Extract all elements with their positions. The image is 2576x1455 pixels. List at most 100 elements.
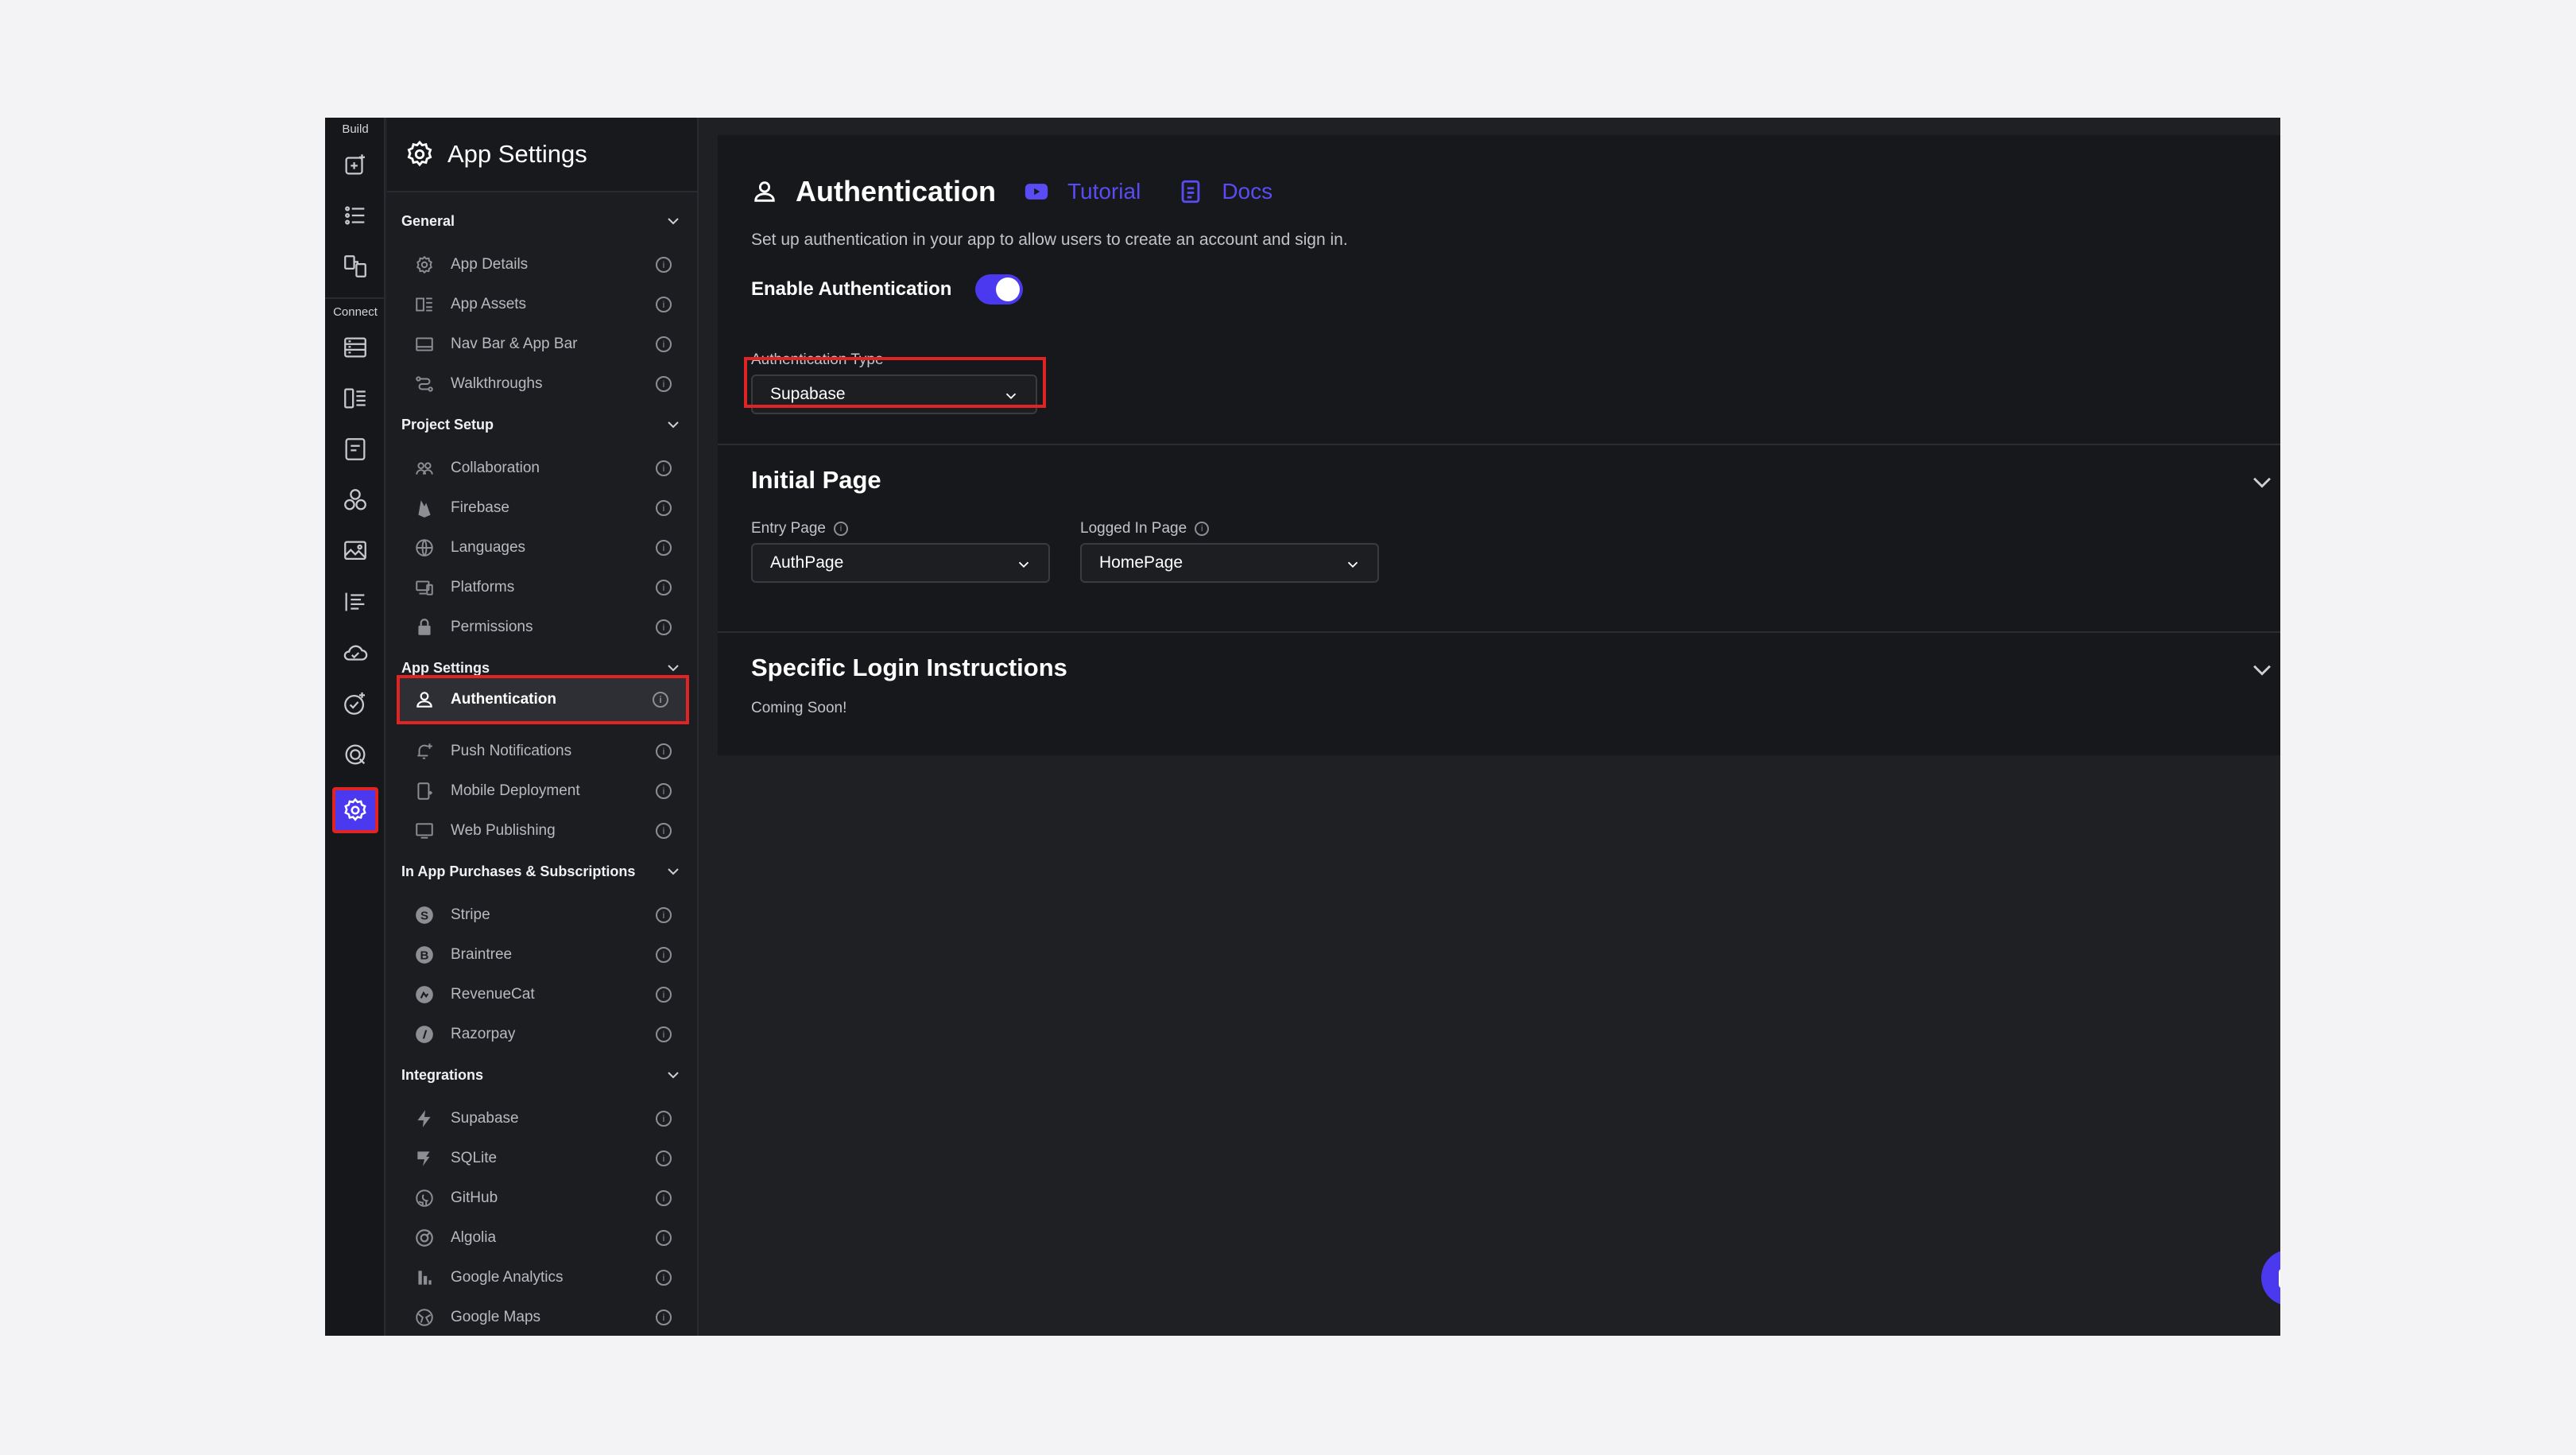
sidebar-item-razorpay[interactable]: Razorpay i [397,1015,689,1054]
monitor-icon [414,821,435,841]
info-icon[interactable]: i [656,580,672,596]
chevron-down-icon [668,1072,679,1079]
chat-button[interactable] [2261,1250,2280,1306]
logged-in-page-dropdown[interactable]: HomePage [1080,543,1379,583]
sidebar-item-github[interactable]: GitHub i [397,1178,689,1218]
info-icon[interactable]: i [656,823,672,839]
theme-icon[interactable] [332,731,378,778]
info-icon[interactable]: i [656,376,672,392]
sidebar-item-web-publishing[interactable]: Web Publishing i [397,811,689,851]
sidebar-item-walkthroughs[interactable]: Walkthroughs i [397,364,689,404]
notification-icon [414,741,435,762]
section-project-setup[interactable]: Project Setup [387,405,699,444]
main-panel: Authentication Tutorial Docs Set up auth… [718,135,2280,755]
collection-icon[interactable] [332,375,378,421]
sidebar-item-collaboration[interactable]: Collaboration i [397,448,689,488]
api-icon[interactable] [332,426,378,472]
sidebar-item-label: Stripe [451,906,490,923]
info-icon[interactable]: i [656,257,672,273]
info-icon[interactable]: i [656,1111,672,1127]
page-flow-icon[interactable] [332,243,378,289]
info-icon[interactable]: i [656,947,672,963]
sidebar-item-google-analytics[interactable]: Google Analytics i [397,1258,689,1298]
info-icon[interactable]: i [656,460,672,476]
tutorial-label: Tutorial [1067,179,1141,204]
info-icon[interactable]: i [656,1026,672,1042]
section-label: App Settings [401,659,490,676]
info-icon[interactable]: i [656,336,672,352]
sidebar-item-stripe[interactable]: S Stripe i [397,895,689,935]
sidebar-item-authentication[interactable]: Authentication i [397,675,689,724]
sidebar-item-label: Push Notifications [451,743,572,759]
auth-type-highlight [744,357,1046,408]
info-icon[interactable]: i [656,1150,672,1166]
logged-in-page-label: Logged In Page i [1080,520,1210,537]
sidebar-item-languages[interactable]: Languages i [397,528,689,568]
sidebar-item-sqlite[interactable]: SQLite i [397,1139,689,1178]
sidebar-item-firebase[interactable]: Firebase i [397,488,689,528]
info-icon[interactable]: i [1195,521,1210,536]
flutterflow-app: Build Connect App Settings General App D… [325,118,2280,1336]
github-icon [414,1188,435,1209]
sidebar-item-platforms[interactable]: Platforms i [397,568,689,607]
document-icon [1181,180,1200,204]
add-widget-icon[interactable] [332,142,378,188]
sidebar-item-label: RevenueCat [451,986,535,1003]
docs-label: Docs [1222,179,1273,204]
info-icon[interactable]: i [656,1190,672,1206]
auth-description: Set up authentication in your app to all… [751,231,1348,249]
enable-auth-toggle[interactable] [975,274,1024,305]
sidebar-item-app-details[interactable]: App Details i [397,245,689,285]
test-icon[interactable] [332,681,378,727]
sidebar-item-label: SQLite [451,1150,498,1166]
list-icon[interactable] [332,192,378,239]
sidebar-item-mobile-deployment[interactable]: Mobile Deployment i [397,771,689,811]
gear-icon[interactable] [332,787,378,833]
sidebar-item-nav-bar[interactable]: Nav Bar & App Bar i [397,324,689,364]
info-icon[interactable]: i [656,907,672,923]
sidebar-item-app-assets[interactable]: App Assets i [397,285,689,324]
info-icon[interactable]: i [656,500,672,516]
entry-page-dropdown[interactable]: AuthPage [751,543,1050,583]
algolia-icon [414,1228,435,1248]
icon-rail: Build Connect [325,118,385,1336]
database-icon[interactable] [332,324,378,371]
docs-link[interactable]: Docs [1177,178,1273,205]
sidebar-item-label: Braintree [451,946,513,963]
info-icon[interactable]: i [656,987,672,1003]
sidebar-item-revenuecat[interactable]: RevenueCat i [397,975,689,1015]
section-label: Integrations [401,1066,484,1083]
info-icon[interactable]: i [656,783,672,799]
info-icon[interactable]: i [656,1270,672,1286]
tutorial-link[interactable]: Tutorial [1023,178,1141,205]
info-icon[interactable]: i [656,540,672,556]
sidebar-item-braintree[interactable]: B Braintree i [397,935,689,975]
enable-auth-label: Enable Authentication [751,278,952,300]
chevron-down-icon[interactable] [2249,468,2276,495]
chevron-down-icon [668,868,679,875]
stripe-icon: S [414,905,435,925]
info-icon[interactable]: i [656,619,672,635]
info-icon[interactable]: i [656,1230,672,1246]
youtube-icon [1025,184,1048,200]
info-icon[interactable]: i [656,297,672,312]
navbar-icon [414,334,435,355]
sidebar-item-algolia[interactable]: Algolia i [397,1218,689,1258]
text-style-icon[interactable] [332,579,378,625]
braintree-icon: B [414,945,435,965]
info-icon[interactable]: i [656,1310,672,1325]
sidebar-item-google-maps[interactable]: Google Maps i [397,1298,689,1336]
integrations-icon[interactable] [332,477,378,523]
sidebar-item-permissions[interactable]: Permissions i [397,607,689,647]
info-icon[interactable]: i [653,692,668,708]
info-icon[interactable]: i [834,521,848,536]
media-icon[interactable] [332,528,378,574]
section-general[interactable]: General [387,201,699,241]
info-icon[interactable]: i [656,743,672,759]
cloud-icon[interactable] [332,630,378,676]
chevron-down-icon[interactable] [2249,656,2276,683]
sidebar-item-push-notifications[interactable]: Push Notifications i [397,731,689,771]
section-in-app-purchases[interactable]: In App Purchases & Subscriptions [387,852,699,891]
section-integrations[interactable]: Integrations [387,1055,699,1095]
sidebar-item-supabase[interactable]: Supabase i [397,1099,689,1139]
